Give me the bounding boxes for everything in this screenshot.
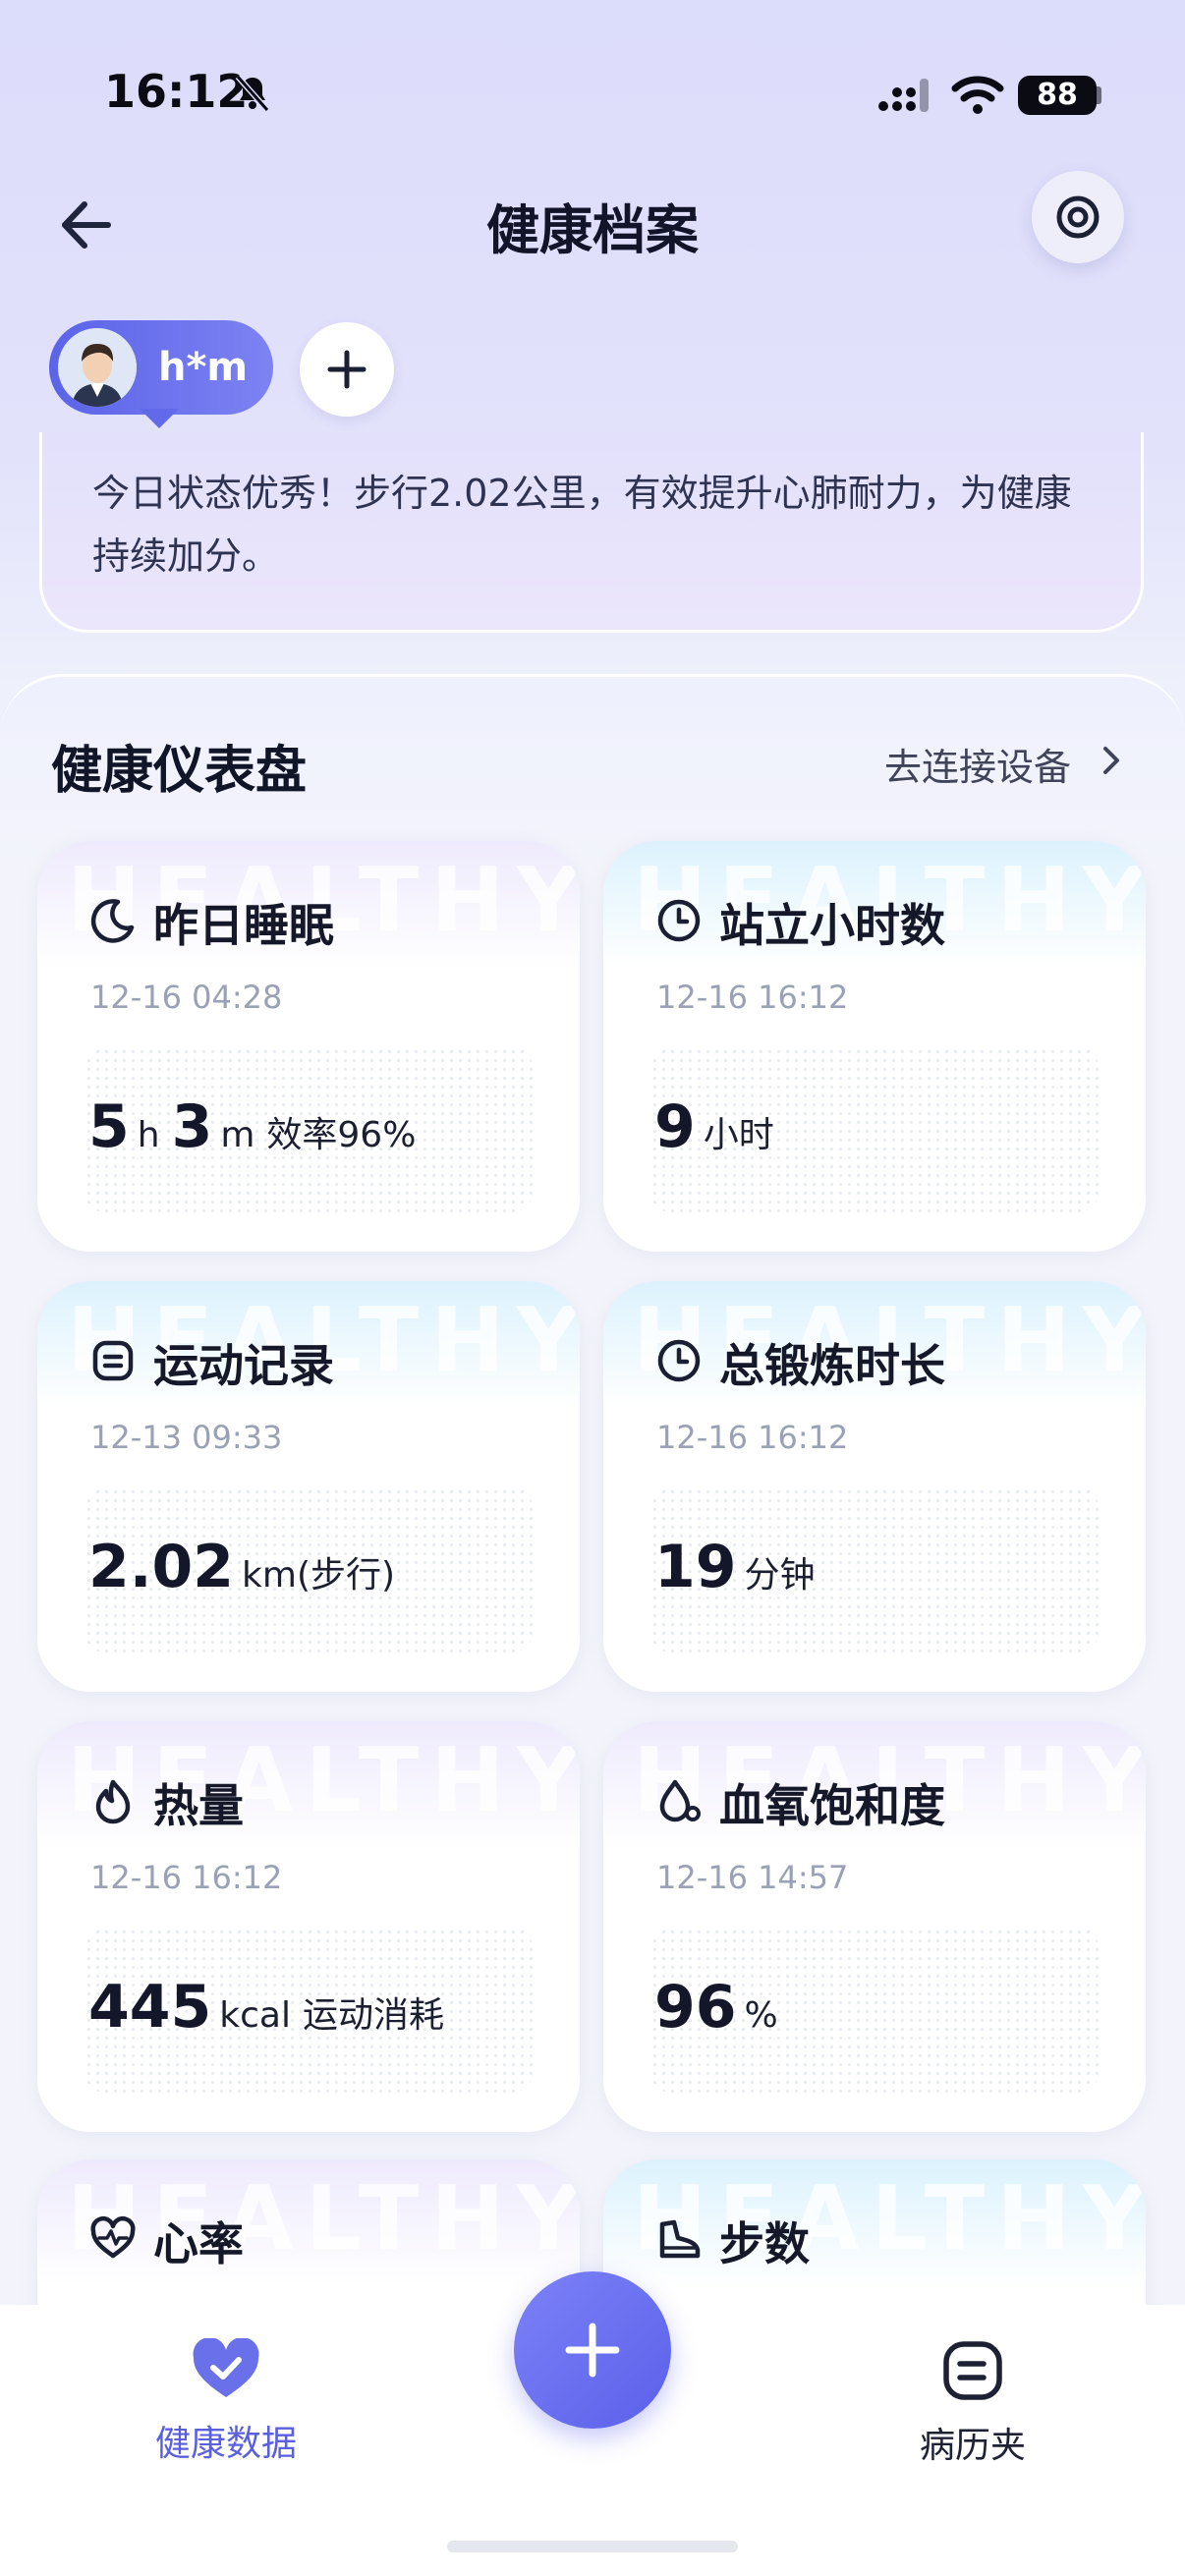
- page-title: 健康档案: [486, 199, 699, 261]
- card-title: 心率: [153, 2217, 244, 2270]
- profile-chip-pointer: [140, 409, 179, 428]
- card-title: 昨日睡眠: [153, 899, 334, 952]
- add-record-button[interactable]: [514, 2271, 671, 2429]
- plus-icon: [327, 350, 367, 389]
- card-timestamp: 12-16 16:12: [90, 1859, 283, 1896]
- tab-health-label: 健康数据: [154, 2424, 297, 2464]
- exercise-duration-unit: 分钟: [744, 1555, 816, 1596]
- signal-icon: [878, 79, 929, 112]
- drop-icon: [659, 1779, 701, 1822]
- add-profile-button[interactable]: [300, 322, 394, 417]
- exercise-distance-value: 2.02: [88, 1533, 235, 1601]
- card-timestamp: 12-16 16:12: [656, 1419, 849, 1456]
- card-title: 总锻炼时长: [719, 1339, 945, 1392]
- card-value: 9 小时: [654, 1092, 786, 1161]
- card-timestamp: 12-16 16:12: [656, 979, 849, 1016]
- status-note-text: 今日状态优秀！步行2.02公里，有效提升心肺耐力，为健康持续加分。: [92, 472, 1072, 578]
- clock-icon: [657, 1339, 701, 1382]
- calories-label: 运动消耗: [302, 1995, 444, 2036]
- card-value: 5 h 3 m 效率96%: [88, 1092, 416, 1161]
- avatar: [58, 328, 137, 407]
- tab-health-data[interactable]: 健康数据: [118, 2337, 334, 2476]
- card-title: 步数: [719, 2217, 810, 2270]
- sleep-hours-value: 5: [88, 1092, 130, 1161]
- profile-name: h*m: [158, 345, 249, 390]
- folder-doc-icon: [943, 2341, 1002, 2400]
- card-value: 19 分钟: [654, 1533, 827, 1601]
- calories-value: 445: [88, 1973, 212, 2042]
- clock-icon: [657, 899, 701, 942]
- card-title: 运动记录: [153, 1339, 334, 1392]
- exercise-duration-value: 19: [654, 1533, 737, 1601]
- profile-chip[interactable]: h*m: [49, 320, 273, 415]
- calories-unit: kcal: [219, 1995, 291, 2036]
- card-title: 血氧饱和度: [719, 1779, 945, 1832]
- tab-records-label: 病历夹: [919, 2426, 1026, 2466]
- home-indicator: [447, 2541, 738, 2552]
- heart-check-icon: [193, 2337, 259, 2397]
- wifi-icon: [951, 76, 1004, 114]
- flame-icon: [95, 1779, 131, 1824]
- target-icon: [1056, 196, 1100, 239]
- calories-card[interactable]: HEALTHY 热量 12-16 16:12 445 kcal 运动消耗: [37, 1721, 580, 2132]
- blood-oxygen-unit: %: [744, 1995, 778, 2036]
- card-watermark: HEALTHY: [67, 1729, 580, 1832]
- standing-hours-card[interactable]: HEALTHY 站立小时数 12-16 16:12 9 小时: [603, 841, 1146, 1252]
- plus-icon: [565, 2323, 620, 2378]
- record-icon: [92, 1340, 134, 1381]
- exercise-distance-unit: km(步行): [242, 1555, 396, 1596]
- status-time: 16:12: [104, 65, 249, 118]
- standing-hours-unit: 小时: [703, 1115, 774, 1155]
- sleep-minutes-unit: m: [220, 1115, 255, 1155]
- card-title: 热量: [153, 1779, 244, 1832]
- shoe-icon: [659, 2219, 701, 2259]
- exercise-duration-card[interactable]: HEALTHY 总锻炼时长 12-16 16:12 19 分钟: [603, 1281, 1146, 1692]
- battery-tip: [1097, 86, 1101, 104]
- dashboard-title: 健康仪表盘: [51, 742, 308, 801]
- card-timestamp: 12-13 09:33: [90, 1419, 283, 1456]
- sleep-card[interactable]: HEALTHY 昨日睡眠 12-16 04:28 5 h 3 m 效率96%: [37, 841, 580, 1252]
- tab-medical-records[interactable]: 病历夹: [865, 2338, 1081, 2476]
- connect-device-link[interactable]: 去连接设备: [884, 737, 1071, 791]
- blood-oxygen-card[interactable]: HEALTHY 血氧饱和度 12-16 14:57 96 %: [603, 1721, 1146, 2132]
- card-value: 2.02 km(步行): [88, 1533, 407, 1601]
- card-title: 站立小时数: [719, 899, 945, 952]
- sleep-hours-unit: h: [137, 1115, 160, 1155]
- heart-pulse-icon: [90, 2216, 136, 2259]
- card-timestamp: 12-16 04:28: [90, 979, 283, 1016]
- battery-indicator: 88: [1018, 76, 1097, 115]
- blood-oxygen-value: 96: [654, 1973, 737, 2042]
- card-watermark: HEALTHY: [633, 2167, 1146, 2270]
- settings-button[interactable]: [1032, 171, 1124, 263]
- card-timestamp: 12-16 14:57: [656, 1859, 849, 1896]
- exercise-record-card[interactable]: HEALTHY 运动记录 12-13 09:33 2.02 km(步行): [37, 1281, 580, 1692]
- sleep-efficiency: 效率96%: [266, 1115, 417, 1155]
- moon-icon: [90, 899, 135, 943]
- card-watermark: HEALTHY: [67, 2167, 580, 2270]
- bell-muted-icon: [235, 75, 270, 112]
- card-value: 96 %: [654, 1973, 790, 2042]
- standing-hours-value: 9: [654, 1092, 696, 1161]
- chevron-right-icon[interactable]: [1099, 743, 1124, 778]
- card-value: 445 kcal 运动消耗: [88, 1973, 444, 2042]
- sleep-minutes-value: 3: [171, 1092, 213, 1161]
